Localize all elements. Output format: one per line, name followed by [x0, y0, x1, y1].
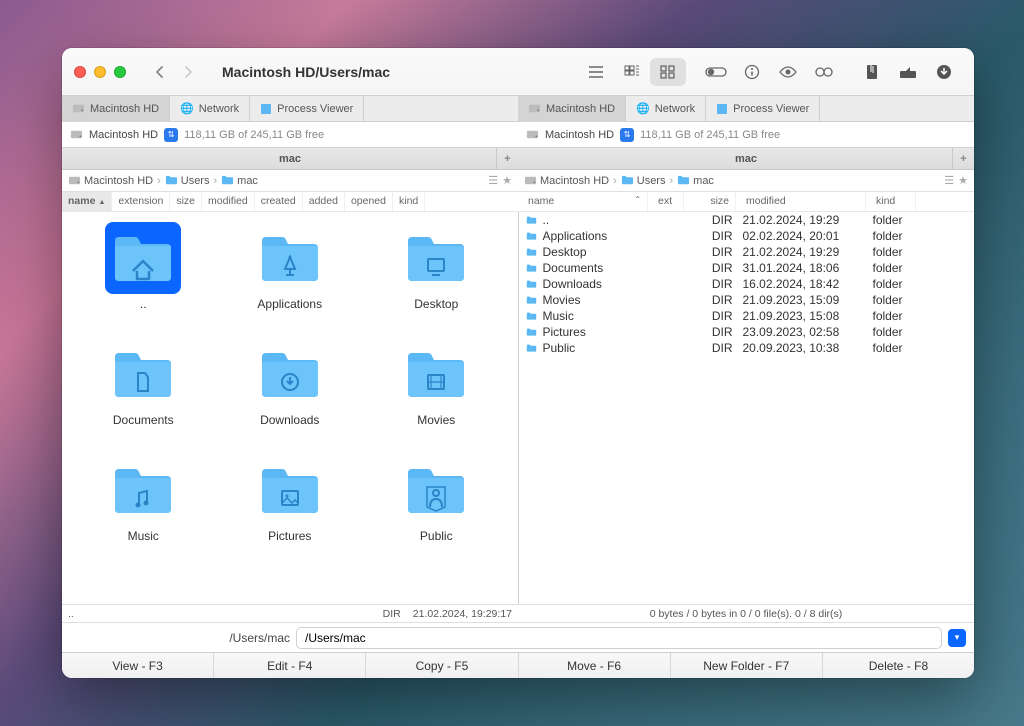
folder-Public[interactable]: Public [365, 454, 508, 566]
fn-view[interactable]: View - F3 [62, 653, 214, 678]
breadcrumb-item[interactable]: Users [165, 174, 210, 187]
menu-icon[interactable]: ☰ [488, 174, 498, 187]
column-header-extension[interactable]: extension [112, 192, 170, 211]
folder-Pictures[interactable]: Pictures [219, 454, 362, 566]
icon-view[interactable]: ..ApplicationsDesktop DocumentsDownloadsM… [62, 212, 518, 604]
tab-network[interactable]: 🌐Network [170, 96, 250, 122]
column-header-size[interactable]: size [684, 192, 736, 211]
breadcrumb-item[interactable]: Macintosh HD [524, 174, 609, 187]
view-icons-icon[interactable] [650, 58, 686, 86]
new-tab-button[interactable]: + [496, 148, 518, 170]
status-left: .. DIR 21.02.2024, 19:29:17 [62, 605, 518, 622]
folder-parent[interactable]: .. [72, 222, 215, 334]
favorite-icon[interactable]: ★ [958, 174, 968, 187]
fn-edit[interactable]: Edit - F4 [214, 653, 366, 678]
breadcrumb-bar: Macintosh HD›Users›mac ☰ ★ Macintosh HD›… [62, 170, 974, 192]
list-row[interactable]: DesktopDIR21.02.2024, 19:29folder [519, 244, 975, 260]
list-row[interactable]: ApplicationsDIR02.02.2024, 20:01folder [519, 228, 975, 244]
column-headers: nameextensionsizemodifiedcreatedaddedope… [62, 192, 974, 212]
column-header-kind[interactable]: kind [393, 192, 425, 211]
column-header-added[interactable]: added [303, 192, 345, 211]
breadcrumb-item[interactable]: Macintosh HD [68, 174, 153, 187]
toggle-icon[interactable] [698, 58, 734, 86]
drive-info-left: Macintosh HD ⇅ 118,11 GB of 245,11 GB fr… [62, 122, 518, 147]
download-icon[interactable] [926, 58, 962, 86]
folder-Documents[interactable]: Documents [72, 338, 215, 450]
status-right: 0 bytes / 0 bytes in 0 / 0 file(s). 0 / … [518, 605, 974, 622]
list-row[interactable]: MusicDIR21.09.2023, 15:08folder [519, 308, 975, 324]
column-header-modified[interactable]: modified [202, 192, 255, 211]
window-controls [74, 66, 126, 78]
column-header-kind[interactable]: kind [866, 192, 916, 211]
function-key-bar: View - F3Edit - F4Copy - F5Move - F6New … [62, 652, 974, 678]
archive-icon[interactable] [854, 58, 890, 86]
minimize-button[interactable] [94, 66, 106, 78]
info-icon[interactable] [734, 58, 770, 86]
drive-picker-icon[interactable]: ⇅ [164, 128, 178, 142]
breadcrumb-item[interactable]: mac [677, 174, 714, 187]
drive-bar: Macintosh HD ⇅ 118,11 GB of 245,11 GB fr… [62, 122, 974, 148]
drive-info-right: Macintosh HD ⇅ 118,11 GB of 245,11 GB fr… [518, 122, 974, 147]
favorite-icon[interactable]: ★ [502, 174, 512, 187]
folder-name-strip: mac+ mac+ [62, 148, 974, 170]
new-tab-button[interactable]: + [952, 148, 974, 170]
tab-network[interactable]: 🌐Network [626, 96, 706, 122]
search-icon[interactable] [806, 58, 842, 86]
preview-icon[interactable] [770, 58, 806, 86]
file-manager-window: Macintosh HD/Users/mac Macintosh HD🌐Netw… [62, 48, 974, 678]
folder-Applications[interactable]: Applications [219, 222, 362, 334]
tab-macintosh-hd[interactable]: Macintosh HD [518, 96, 626, 122]
window-title: Macintosh HD/Users/mac [222, 64, 570, 80]
column-header-ext[interactable]: ext [648, 192, 684, 211]
folder-Movies[interactable]: Movies [365, 338, 508, 450]
column-header-name[interactable]: name ⌃ [518, 192, 648, 211]
list-row[interactable]: DownloadsDIR16.02.2024, 18:42folder [519, 276, 975, 292]
list-row[interactable]: PublicDIR20.09.2023, 10:38folder [519, 340, 975, 356]
tab-process-viewer[interactable]: Process Viewer [250, 96, 364, 122]
forward-button[interactable] [174, 60, 202, 84]
fn-copy[interactable]: Copy - F5 [366, 653, 518, 678]
list-view[interactable]: ..DIR21.02.2024, 19:29folderApplications… [519, 212, 975, 604]
zoom-button[interactable] [114, 66, 126, 78]
history-dropdown-icon[interactable]: ▾ [948, 629, 966, 647]
list-row[interactable]: MoviesDIR21.09.2023, 15:09folder [519, 292, 975, 308]
fn-move[interactable]: Move - F6 [519, 653, 671, 678]
breadcrumb-item[interactable]: Users [621, 174, 666, 187]
list-row[interactable]: PicturesDIR23.09.2023, 02:58folder [519, 324, 975, 340]
close-button[interactable] [74, 66, 86, 78]
column-header-modified[interactable]: modified [736, 192, 866, 211]
upload-icon[interactable] [890, 58, 926, 86]
view-columns-icon[interactable] [614, 58, 650, 86]
fn-new[interactable]: New Folder - F7 [671, 653, 823, 678]
column-header-name[interactable]: name [62, 192, 112, 211]
view-list-icon[interactable] [578, 58, 614, 86]
list-row[interactable]: ..DIR21.02.2024, 19:29folder [519, 212, 975, 228]
menu-icon[interactable]: ☰ [944, 174, 954, 187]
titlebar: Macintosh HD/Users/mac [62, 48, 974, 96]
path-input[interactable] [296, 627, 942, 649]
back-button[interactable] [146, 60, 174, 84]
breadcrumb-item[interactable]: mac [221, 174, 258, 187]
fn-delete[interactable]: Delete - F8 [823, 653, 974, 678]
path-input-bar: /Users/mac ▾ [62, 622, 974, 652]
folder-Music[interactable]: Music [72, 454, 215, 566]
tab-macintosh-hd[interactable]: Macintosh HD [62, 96, 170, 122]
list-row[interactable]: DocumentsDIR31.01.2024, 18:06folder [519, 260, 975, 276]
tab-process-viewer[interactable]: Process Viewer [706, 96, 820, 122]
drive-picker-icon[interactable]: ⇅ [620, 128, 634, 142]
column-header-size[interactable]: size [170, 192, 202, 211]
folder-Downloads[interactable]: Downloads [219, 338, 362, 450]
tab-bar: Macintosh HD🌐NetworkProcess Viewer Macin… [62, 96, 974, 122]
column-header-created[interactable]: created [255, 192, 303, 211]
column-header-opened[interactable]: opened [345, 192, 393, 211]
folder-Desktop[interactable]: Desktop [365, 222, 508, 334]
